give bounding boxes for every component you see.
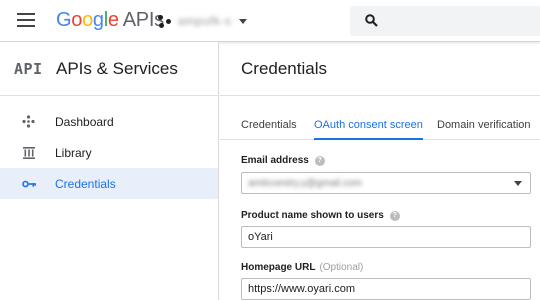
product-label-text: Product name shown to users: [241, 210, 384, 221]
sidebar: API APIs & Services Dashboard Library Cr…: [0, 42, 219, 300]
key-icon: [0, 180, 55, 188]
logo-letter: e: [107, 9, 119, 31]
api-logo-icon: API: [14, 59, 43, 78]
logo-letter: o: [71, 9, 83, 31]
tab-domain-verification[interactable]: Domain verification: [437, 96, 531, 140]
product-name-input[interactable]: [241, 226, 531, 248]
chevron-down-icon: [239, 18, 248, 24]
sidebar-item-label: Library: [55, 145, 92, 160]
hamburger-menu-icon[interactable]: [17, 13, 37, 29]
product-name-label: Product name shown to users ?: [241, 210, 540, 221]
tab-oauth-consent-screen[interactable]: OAuth consent screen: [314, 96, 423, 140]
chevron-down-icon: [514, 181, 522, 186]
top-app-bar: Google APIs ampufk-s: [0, 0, 540, 42]
homepage-url-label: Homepage URL (Optional): [241, 262, 540, 273]
homepage-url-input[interactable]: [241, 278, 531, 300]
tab-bar: Credentials OAuth consent screen Domain …: [220, 96, 540, 140]
logo-letter: o: [82, 9, 93, 31]
dashboard-icon: [0, 115, 55, 128]
logo-letter: g: [92, 9, 104, 31]
email-label-text: Email address: [241, 155, 309, 166]
oauth-consent-form: Email address ? amitcoestry.y@gmail.com …: [220, 155, 540, 300]
sidebar-title[interactable]: APIs & Services: [56, 59, 178, 79]
tab-credentials[interactable]: Credentials: [241, 96, 297, 140]
sidebar-item-library[interactable]: Library: [0, 137, 218, 168]
help-icon[interactable]: ?: [314, 155, 325, 166]
page-title: Credentials: [241, 58, 327, 78]
project-name: ampufk-s: [178, 14, 232, 28]
project-icon: [158, 14, 172, 28]
email-select-value: amitcoestry.y@gmail.com: [248, 178, 362, 189]
help-icon[interactable]: ?: [389, 210, 400, 221]
sidebar-nav: Dashboard Library Credentials: [0, 96, 218, 199]
homepage-label-text: Homepage URL: [241, 262, 316, 273]
email-field-label: Email address ?: [241, 155, 540, 166]
sidebar-item-credentials[interactable]: Credentials: [0, 168, 218, 199]
email-select[interactable]: amitcoestry.y@gmail.com: [241, 172, 531, 194]
logo-letter: G: [56, 9, 72, 31]
search-icon: [365, 14, 378, 27]
page-header: Credentials: [220, 42, 540, 96]
sidebar-item-label: Dashboard: [55, 114, 114, 129]
sidebar-item-label: Credentials: [55, 176, 116, 191]
search-input[interactable]: [350, 6, 540, 36]
project-selector[interactable]: ampufk-s: [158, 11, 248, 31]
sidebar-header: API APIs & Services: [0, 42, 218, 96]
library-icon: [0, 146, 55, 159]
sidebar-item-dashboard[interactable]: Dashboard: [0, 106, 218, 137]
google-apis-logo[interactable]: Google APIs: [56, 9, 164, 32]
optional-hint: (Optional): [319, 262, 364, 273]
main-content: Credentials Credentials OAuth consent sc…: [220, 42, 540, 300]
